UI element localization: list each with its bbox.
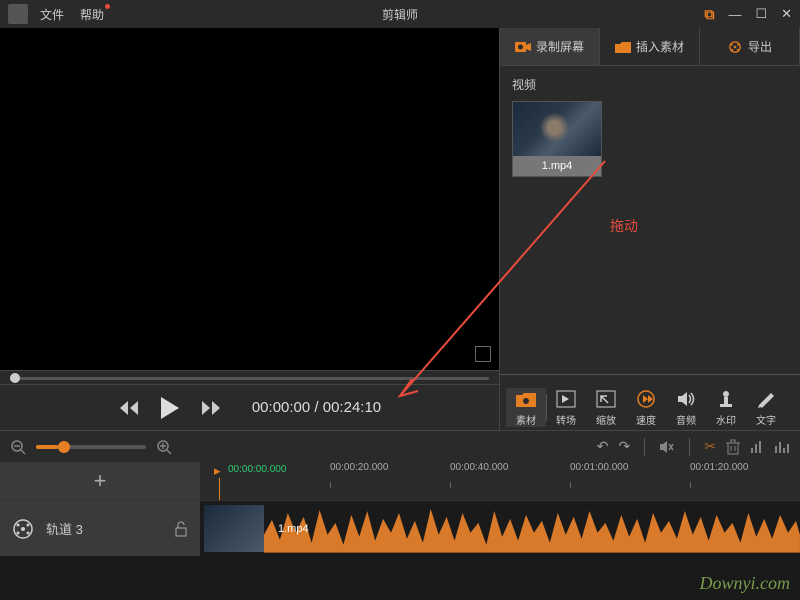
drag-hint-text: 拖动 xyxy=(610,216,638,236)
clip-thumbnail xyxy=(204,505,264,552)
tool-material-label: 素材 xyxy=(516,412,536,427)
tool-speed-label: 速度 xyxy=(636,412,656,427)
track-lock-icon[interactable] xyxy=(174,521,188,537)
tab-export-label: 导出 xyxy=(748,38,772,55)
tool-watermark[interactable]: 水印 xyxy=(706,388,746,427)
tool-zoom-label: 缩放 xyxy=(596,412,616,427)
zoom-in-button[interactable] xyxy=(156,439,172,455)
total-time: 00:24:10 xyxy=(323,399,381,416)
text-icon xyxy=(755,388,777,410)
add-track-button[interactable]: + xyxy=(0,462,200,500)
watermark-icon xyxy=(715,388,737,410)
playhead-flag-icon: ▸ xyxy=(214,463,221,478)
tab-insert-media[interactable]: 插入素材 xyxy=(600,28,700,65)
thumbnail-label: 1.mp4 xyxy=(513,156,601,176)
ruler-mark: 00:00:20.000 xyxy=(330,462,388,473)
timeline-playhead[interactable]: ▸ 00:00:00.000 xyxy=(214,462,221,480)
menu-help[interactable]: 帮助 xyxy=(80,6,104,23)
redo-button[interactable]: ↷ xyxy=(619,438,631,455)
track-name: 轨道 3 xyxy=(46,519,162,538)
tab-insert-label: 插入素材 xyxy=(636,38,684,55)
app-title: 剪辑师 xyxy=(382,6,418,23)
equalizer-button[interactable] xyxy=(774,440,790,454)
next-button[interactable] xyxy=(200,399,222,417)
fullscreen-icon[interactable] xyxy=(475,346,491,362)
zoom-slider-handle[interactable] xyxy=(58,441,70,453)
play-button[interactable] xyxy=(158,395,182,421)
tab-export[interactable]: 导出 xyxy=(700,28,800,65)
video-preview[interactable] xyxy=(0,28,499,370)
ruler-mark: 00:01:20.000 xyxy=(690,462,748,473)
ruler-mark: 00:00:40.000 xyxy=(450,462,508,473)
timeline-clip[interactable]: 1.mp4 xyxy=(204,505,800,552)
undo-button[interactable]: ↶ xyxy=(597,438,609,455)
prev-button[interactable] xyxy=(118,399,140,417)
track-body[interactable]: 1.mp4 xyxy=(200,501,800,556)
cut-button[interactable]: ✂ xyxy=(704,438,716,455)
levels-button[interactable] xyxy=(750,440,764,454)
current-time: 00:00:00 xyxy=(252,399,310,416)
audio-icon xyxy=(675,388,697,410)
media-clip-thumbnail[interactable]: 1.mp4 xyxy=(512,101,602,177)
clip-label: 1.mp4 xyxy=(278,523,309,535)
media-section-header: 视频 xyxy=(512,76,788,93)
user-avatar[interactable] xyxy=(8,4,28,24)
zoom-icon xyxy=(595,388,617,410)
track-header[interactable]: 轨道 3 xyxy=(0,501,200,556)
restore-icon[interactable]: ⧉ xyxy=(704,6,714,23)
time-display: 00:00:00 / 00:24:10 xyxy=(252,399,381,416)
tool-audio-label: 音频 xyxy=(676,412,696,427)
tool-transition[interactable]: 转场 xyxy=(546,388,586,427)
zoom-slider[interactable] xyxy=(36,445,146,449)
timeline-ruler[interactable]: ▸ 00:00:00.000 00:00:20.000 00:00:40.000… xyxy=(200,462,800,500)
speed-icon xyxy=(635,388,657,410)
tab-record-label: 录制屏幕 xyxy=(536,38,584,55)
playhead-time: 00:00:00.000 xyxy=(228,464,286,475)
tool-text-label: 文字 xyxy=(756,412,776,427)
tab-record-screen[interactable]: 录制屏幕 xyxy=(500,28,600,65)
tool-zoom[interactable]: 缩放 xyxy=(586,388,626,427)
page-watermark: Downyi.com xyxy=(700,573,790,594)
mute-button[interactable] xyxy=(659,440,675,454)
ruler-mark: 00:01:00.000 xyxy=(570,462,628,473)
tool-audio[interactable]: 音频 xyxy=(666,388,706,427)
tool-speed[interactable]: 速度 xyxy=(626,388,666,427)
menu-file[interactable]: 文件 xyxy=(40,6,64,23)
minimize-icon[interactable]: — xyxy=(728,7,741,22)
film-reel-icon xyxy=(12,518,34,540)
scrub-bar[interactable] xyxy=(0,370,499,384)
folder-icon xyxy=(515,388,537,410)
thumbnail-image xyxy=(513,102,601,156)
scrub-handle[interactable] xyxy=(10,373,20,383)
tool-transition-label: 转场 xyxy=(556,412,576,427)
delete-button[interactable] xyxy=(726,439,740,455)
zoom-out-button[interactable] xyxy=(10,439,26,455)
tool-watermark-label: 水印 xyxy=(716,412,736,427)
waveform-icon xyxy=(264,505,800,553)
tool-material[interactable]: 素材 xyxy=(506,388,546,427)
maximize-icon[interactable]: ☐ xyxy=(755,6,767,22)
transition-icon xyxy=(555,388,577,410)
close-icon[interactable]: ✕ xyxy=(781,6,792,22)
tool-text[interactable]: 文字 xyxy=(746,388,786,427)
